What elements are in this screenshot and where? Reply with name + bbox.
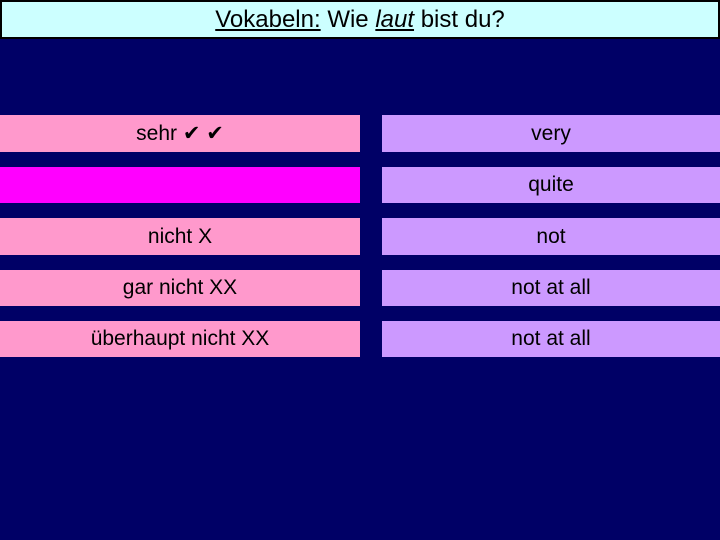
english-word-not-at-all-2[interactable]: not at all	[382, 321, 720, 357]
german-word-ueberhaupt-nicht[interactable]: überhaupt nicht XX	[0, 321, 360, 357]
english-word-not-at-all[interactable]: not at all	[382, 270, 720, 306]
title-bist-du: bist du?	[414, 6, 505, 33]
german-word-blank[interactable]	[0, 167, 360, 203]
title-wie: Wie	[320, 6, 376, 33]
german-word-nicht[interactable]: nicht X	[0, 218, 360, 255]
german-word-gar-nicht[interactable]: gar nicht XX	[0, 270, 360, 306]
english-word-very[interactable]: very	[382, 115, 720, 152]
page-title: Vokabeln: Wie laut bist du?	[0, 0, 720, 39]
english-word-quite[interactable]: quite	[382, 167, 720, 203]
title-vokabeln: Vokabeln:	[215, 6, 321, 33]
english-word-not[interactable]: not	[382, 218, 720, 255]
title-laut: laut	[375, 6, 415, 33]
german-word-sehr[interactable]: sehr ✔ ✔	[0, 115, 360, 152]
